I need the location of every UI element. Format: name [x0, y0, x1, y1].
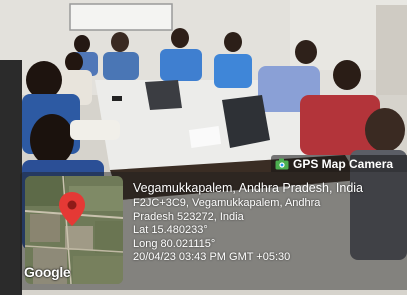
- latitude-value: Lat 15.480233°: [133, 224, 208, 237]
- longitude-value: Long 80.021115°: [133, 237, 216, 250]
- person-back-right: [214, 54, 252, 88]
- location-info: Vegamukkapalem, Andhra Pradesh, India F2…: [133, 181, 363, 265]
- gps-camera-badge: GPS Map Camera: [271, 155, 407, 172]
- address-line-2: Pradesh 523272, India: [133, 210, 244, 223]
- location-title: Vegamukkapalem, Andhra Pradesh, India: [133, 181, 364, 195]
- laptop-center: [145, 80, 182, 110]
- google-attribution: Google: [24, 264, 71, 280]
- person-back-center: [160, 49, 202, 81]
- person-back-left: [103, 52, 139, 80]
- whiteboard: [69, 3, 173, 31]
- camera-icon: [275, 158, 289, 169]
- badge-label: GPS Map Camera: [293, 156, 394, 171]
- laptop-right: [222, 95, 270, 148]
- meeting-photo: GPS Map Camera Google Vegamukkapalem, An…: [0, 0, 407, 295]
- timestamp-value: 20/04/23 03:43 PM GMT +05:30: [133, 251, 291, 264]
- address-line-1: F2JC+3C9, Vegamukkapalem, Andhra: [133, 197, 321, 209]
